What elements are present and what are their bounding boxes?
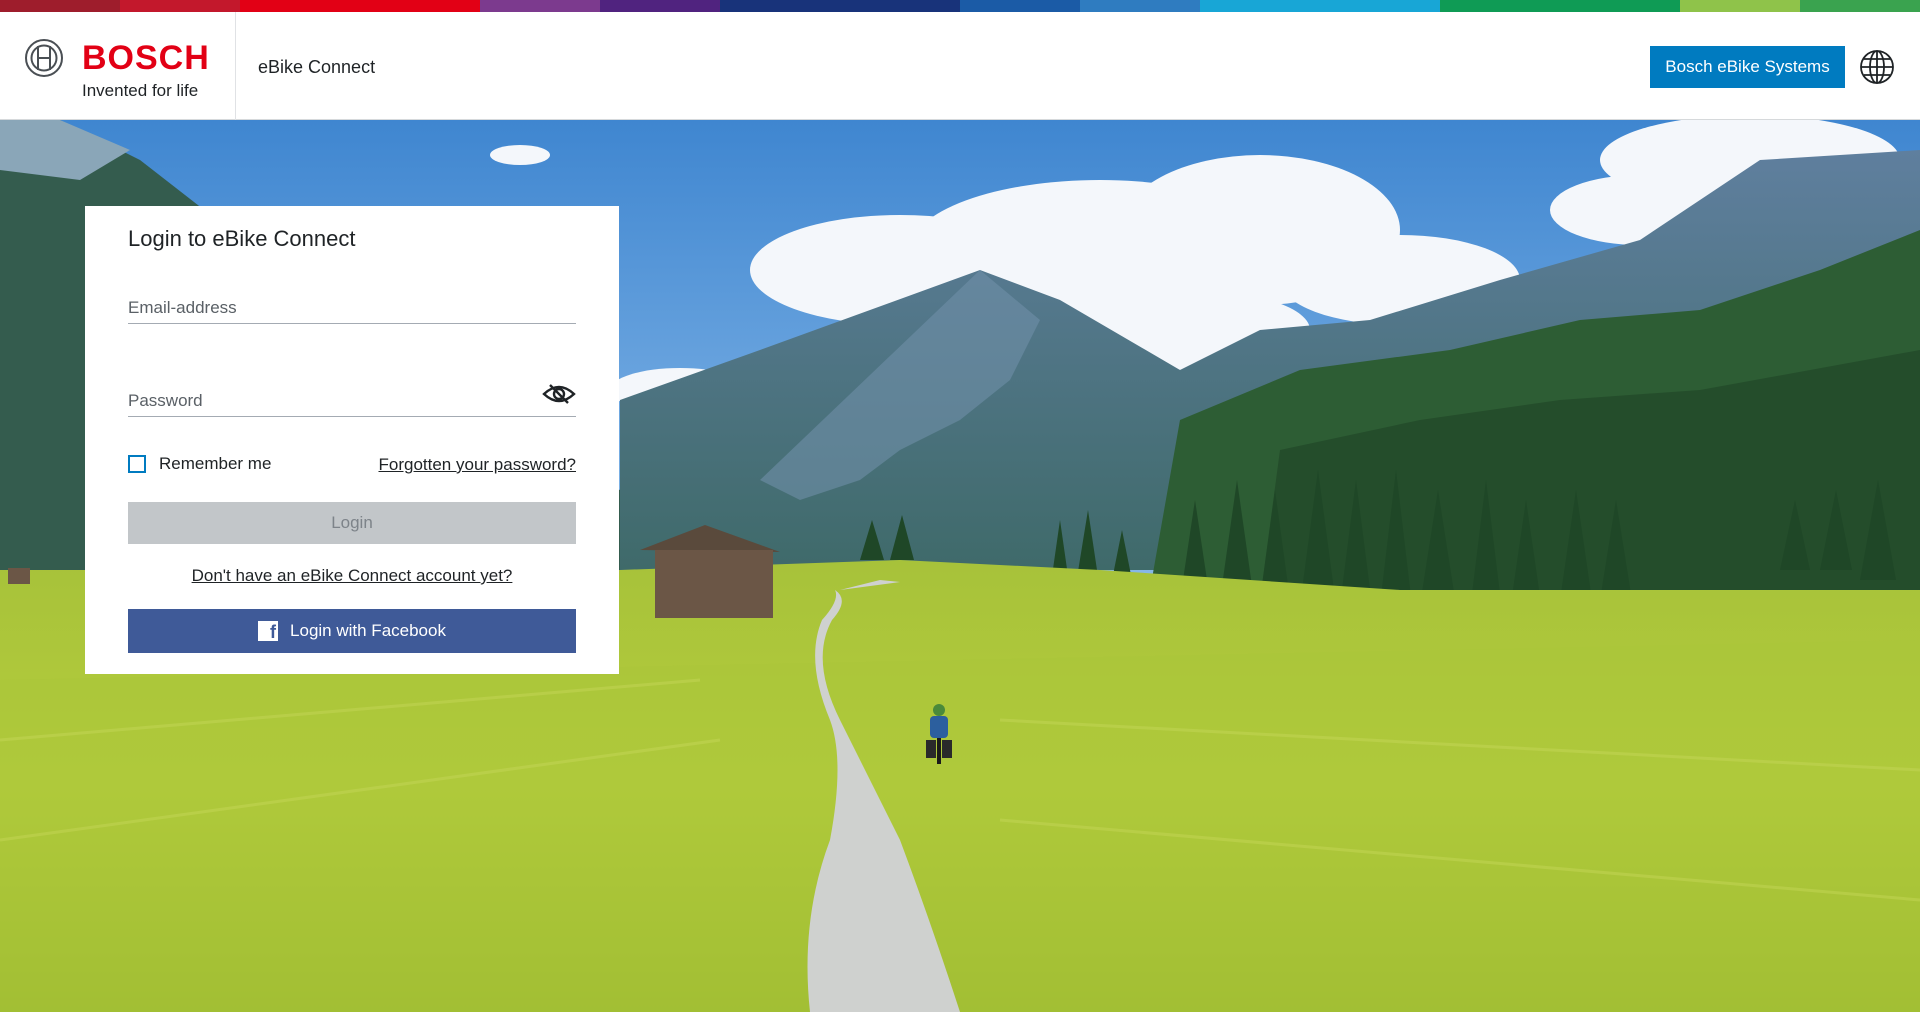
- login-button[interactable]: Login: [128, 502, 576, 544]
- eye-icon[interactable]: [542, 382, 576, 406]
- login-title: Login to eBike Connect: [128, 226, 356, 251]
- forgot-password-link[interactable]: Forgotten your password?: [379, 455, 577, 475]
- brand-name[interactable]: BOSCH: [82, 41, 210, 75]
- stripe-segment: [600, 0, 720, 12]
- stripe-segment: [360, 0, 480, 12]
- stripe-segment: [1080, 0, 1200, 12]
- bosch-ebike-systems-button[interactable]: Bosch eBike Systems: [1650, 46, 1845, 88]
- site-header: BOSCH Invented for life eBike Connect Bo…: [0, 12, 1920, 120]
- stripe-segment: [240, 0, 360, 12]
- stripe-segment: [1440, 0, 1560, 12]
- checkbox-box[interactable]: [128, 455, 146, 473]
- remember-me-checkbox[interactable]: Remember me: [128, 454, 271, 474]
- facebook-icon: f: [258, 621, 279, 641]
- facebook-login-label: Login with Facebook: [290, 621, 446, 640]
- email-input[interactable]: [128, 279, 576, 323]
- stripe-segment: [1200, 0, 1320, 12]
- remember-me-label: Remember me: [159, 454, 272, 473]
- email-field[interactable]: [128, 279, 576, 324]
- stripe-segment: [120, 0, 240, 12]
- brand-color-stripe: [0, 0, 1920, 12]
- create-account-link[interactable]: Don't have an eBike Connect account yet?: [128, 566, 576, 586]
- header-divider: [235, 12, 236, 120]
- login-card: Login to eBike Connect Remember me Forgo…: [85, 206, 619, 674]
- app-name[interactable]: eBike Connect: [258, 57, 375, 78]
- stripe-segment: [1800, 0, 1920, 12]
- globe-icon[interactable]: [1859, 49, 1895, 85]
- facebook-login-button[interactable]: f Login with Facebook: [128, 609, 576, 653]
- bosch-armature-icon: [25, 39, 63, 77]
- stripe-segment: [1680, 0, 1800, 12]
- password-field[interactable]: [128, 372, 576, 417]
- stripe-segment: [720, 0, 840, 12]
- stripe-segment: [960, 0, 1080, 12]
- stripe-segment: [840, 0, 960, 12]
- stripe-segment: [0, 0, 120, 12]
- stripe-segment: [480, 0, 600, 12]
- stripe-segment: [1560, 0, 1680, 12]
- stripe-segment: [1320, 0, 1440, 12]
- brand-tagline: Invented for life: [82, 81, 199, 100]
- password-input[interactable]: [128, 372, 576, 416]
